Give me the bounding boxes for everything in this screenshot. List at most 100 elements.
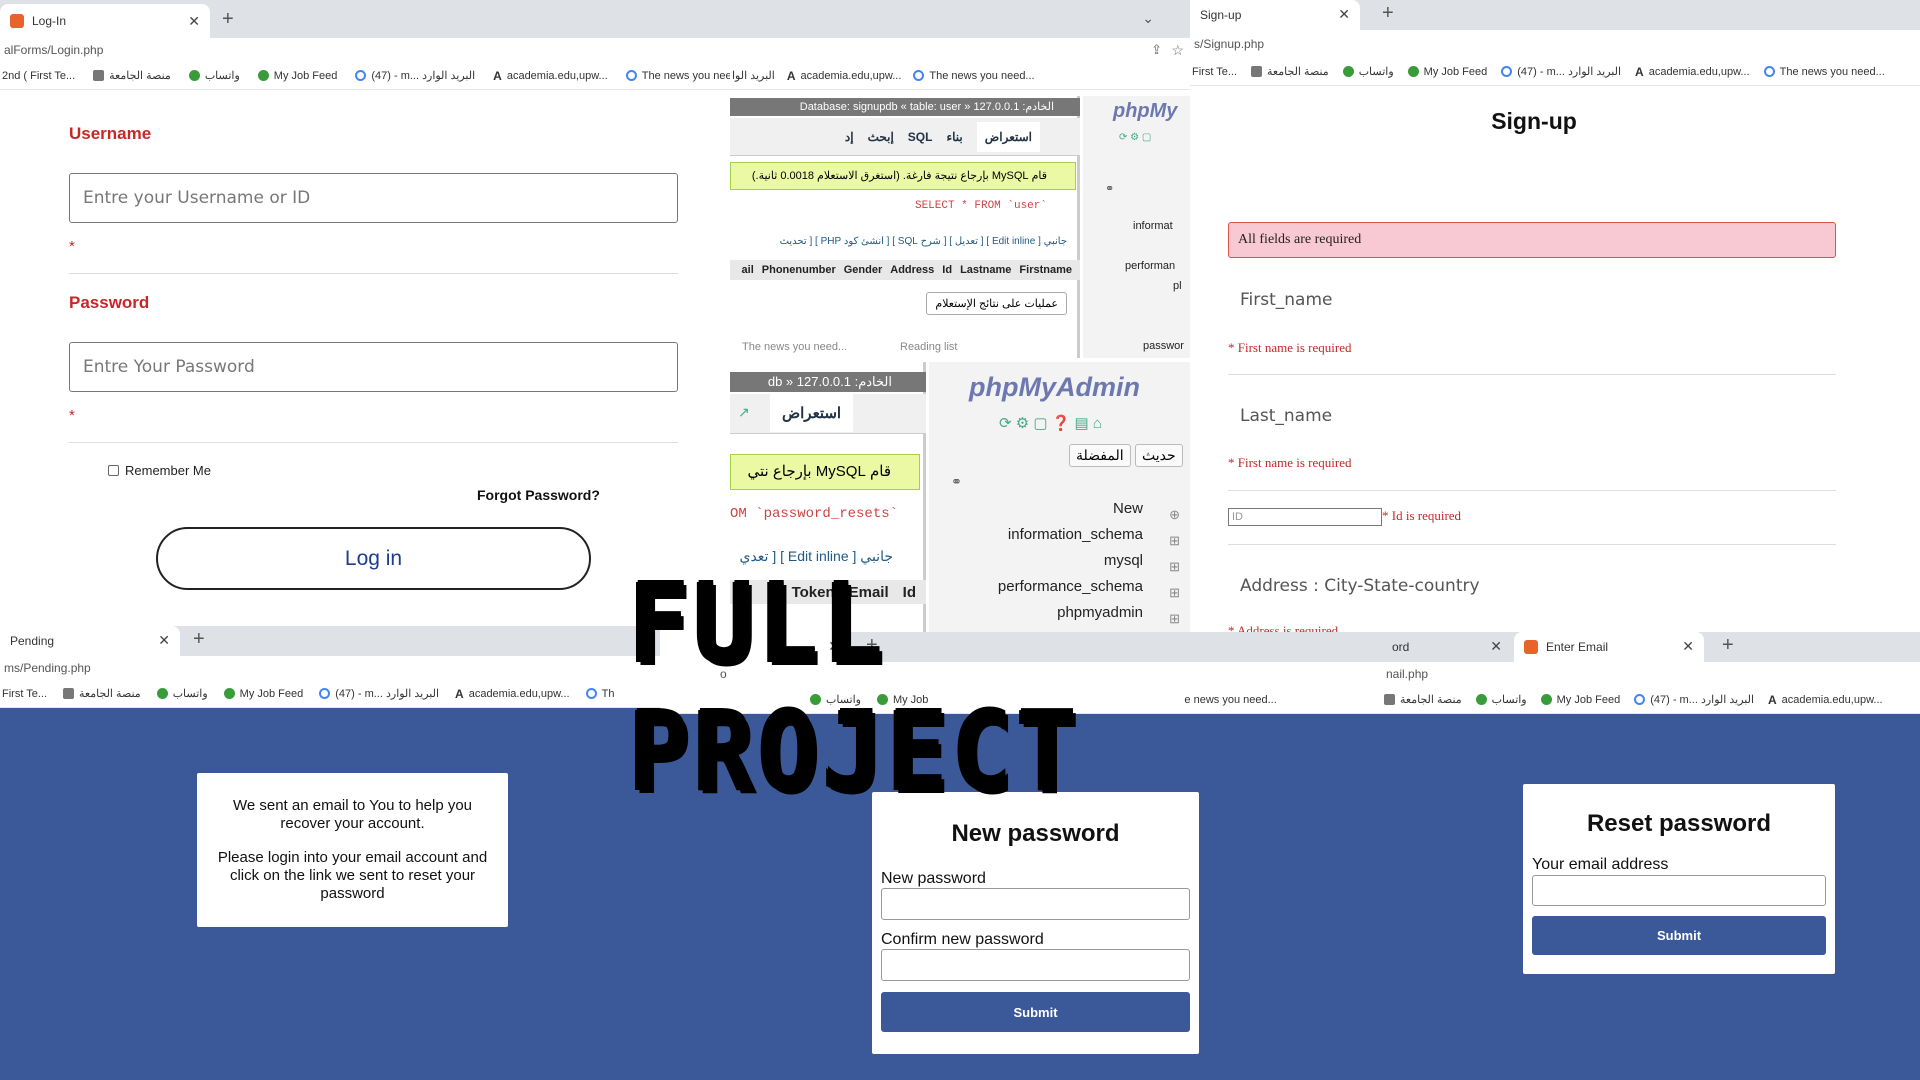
bookmark-item[interactable]: Aacademia.edu,upw... [493, 69, 608, 83]
new-tab-icon[interactable]: + [1382, 2, 1394, 25]
tab-browse[interactable]: استعراض [976, 121, 1040, 152]
bookmark-item[interactable]: واتساب [156, 687, 208, 700]
google-icon [1501, 66, 1513, 77]
bookmark-item[interactable]: (47) - m... البريد الوارد [319, 687, 439, 700]
bookmark-item[interactable]: Aacademia.edu,upw... [455, 687, 570, 701]
new-tab-icon[interactable]: + [1722, 634, 1734, 657]
tree-item[interactable]: performan [1125, 260, 1175, 272]
tree-item-new[interactable]: New [1113, 500, 1143, 517]
column-header[interactable]: Phonenumber [762, 264, 836, 276]
bookmark-item[interactable]: واتساب [188, 69, 240, 82]
tab-search[interactable]: إبحث [868, 130, 894, 144]
bookmark-item[interactable]: منصة الجامعة [1384, 693, 1462, 706]
bookmark-item[interactable]: My Job Feed [223, 688, 303, 700]
tab-prev[interactable]: ord ✕ [1382, 632, 1512, 662]
last-name-field[interactable]: Last_name [1240, 406, 1332, 426]
divider [1228, 374, 1836, 375]
column-header[interactable]: Id [942, 264, 952, 276]
close-icon[interactable]: ✕ [1682, 638, 1694, 655]
chevron-down-icon[interactable]: ⌄ [1142, 10, 1154, 27]
close-icon[interactable]: ✕ [158, 632, 170, 649]
bookmark-item[interactable]: منصة الجامعة [1251, 65, 1329, 78]
tab-structure[interactable]: بناء [946, 130, 962, 144]
page-title: Reset password [1586, 810, 1772, 837]
password-input[interactable]: Entre Your Password [69, 342, 678, 392]
bookmark-item[interactable]: واتساب [1475, 693, 1527, 706]
bookmark-item[interactable]: My Job Feed [257, 70, 337, 82]
address-bar[interactable]: ms/Pending.php [0, 656, 660, 680]
confirm-password-input[interactable] [881, 949, 1190, 981]
star-icon[interactable]: ☆ [1171, 38, 1184, 62]
tab-browse[interactable]: استعراض [770, 394, 854, 432]
column-header[interactable]: Lastname [960, 264, 1011, 276]
tree-item[interactable]: informat [1133, 220, 1173, 232]
tab-bar: Pending ✕ + [0, 626, 660, 656]
column-header[interactable]: ail [742, 264, 754, 276]
tab-sql[interactable]: SQL [908, 130, 933, 144]
bookmark-item[interactable]: Th [585, 688, 614, 700]
bookmark-item[interactable]: My Job Feed [1540, 694, 1620, 706]
bookmark-item[interactable]: Aacademia.edu,upw... [1768, 693, 1883, 707]
bookmark-item[interactable]: (47) - m... البريد الوارد [1634, 693, 1754, 706]
bookmark-item[interactable]: واتساب [1342, 65, 1394, 78]
close-icon[interactable]: ✕ [1490, 638, 1502, 655]
bookmark-item[interactable]: منصة الجامعة [63, 687, 141, 700]
tab-insert[interactable]: إد [845, 130, 854, 144]
new-tab-icon[interactable]: + [222, 8, 234, 31]
google-icon [319, 688, 331, 699]
tab-signup[interactable]: Sign-up ✕ [1190, 0, 1360, 30]
bookmark-item[interactable]: (47) - m... البريد الوارد [1501, 65, 1621, 78]
address-bar[interactable]: ⇪ ☆ [730, 38, 1190, 62]
query-operations-button[interactable]: عمليات على نتائج الإستعلام [926, 292, 1067, 315]
bookmark-item[interactable]: First Te... [2, 688, 47, 700]
nav-recent[interactable]: حديث [1135, 444, 1183, 467]
bookmark-item[interactable]: البريد الوا [732, 69, 775, 82]
bookmark-item[interactable]: 2nd ( First Te... [2, 70, 75, 82]
bookmark-item[interactable]: My Job Feed [1407, 66, 1487, 78]
share-icon[interactable]: ⇪ [1151, 38, 1162, 62]
tab-title: Log-In [32, 14, 67, 28]
close-icon[interactable]: ✕ [1338, 6, 1350, 23]
submit-button[interactable]: Submit [1532, 916, 1826, 955]
address-bar[interactable]: s/Signup.php [1190, 32, 1920, 56]
bookmark-item[interactable]: Aacademia.edu,upw... [1635, 65, 1750, 79]
tab-pending[interactable]: Pending ✕ [0, 626, 180, 656]
bookmark-item[interactable]: The news you need... [625, 70, 730, 82]
remember-checkbox[interactable] [108, 465, 119, 476]
remember-me[interactable]: Remember Me [108, 463, 211, 478]
breadcrumb: الخادم: 127.0.0.1 « db [730, 372, 926, 392]
bookmark-item[interactable]: The news you need... [913, 70, 1035, 82]
column-header[interactable]: Address [890, 264, 934, 276]
address-bar[interactable]: alForms/Login.php [0, 38, 730, 62]
first-name-field[interactable]: First_name [1240, 290, 1333, 310]
tab-login[interactable]: Log-In ✕ [0, 4, 210, 38]
nav-favorites[interactable]: المفضلة [1069, 444, 1131, 467]
building-icon [1251, 66, 1263, 77]
bookmark-item[interactable]: The news you need... [1763, 66, 1885, 78]
submit-button[interactable]: Submit [881, 992, 1190, 1032]
username-input[interactable]: Entre your Username or ID [69, 173, 678, 223]
address-bar[interactable]: nail.php [1382, 662, 1920, 686]
login-button[interactable]: Log in [156, 527, 591, 590]
tab-title: Pending [10, 634, 55, 648]
tree-item[interactable]: pl [1173, 280, 1182, 292]
new-password-input[interactable] [881, 888, 1190, 920]
bookmark-item[interactable]: Aacademia.edu,upw... [787, 69, 902, 83]
tab-bar: Sign-up ✕ + [1190, 0, 1920, 30]
column-header[interactable]: Firstname [1019, 264, 1072, 276]
forgot-password-link[interactable]: Forgot Password? [477, 487, 600, 503]
query-options[interactable]: جانبي [ Edit inline ] [ تعديل ] [ شرح SQ… [730, 236, 1077, 247]
id-input[interactable]: ID [1228, 508, 1382, 526]
bookmark-item[interactable]: First Te... [1192, 66, 1237, 78]
bookmark-item[interactable]: منصة الجامعة [93, 69, 171, 82]
email-input[interactable] [1532, 875, 1826, 906]
column-header[interactable]: Gender [844, 264, 883, 276]
google-icon [1763, 66, 1775, 77]
close-icon[interactable]: ✕ [188, 13, 200, 30]
bookmark-item[interactable]: (47) - m... البريد الوارد [355, 69, 475, 82]
new-tab-icon[interactable]: + [193, 628, 205, 651]
site-icon [1524, 640, 1538, 654]
tab-enter-email[interactable]: Enter Email ✕ [1514, 632, 1704, 662]
tree-item[interactable]: information_schema [1008, 526, 1143, 543]
tree-item[interactable]: passwor [1143, 340, 1184, 352]
